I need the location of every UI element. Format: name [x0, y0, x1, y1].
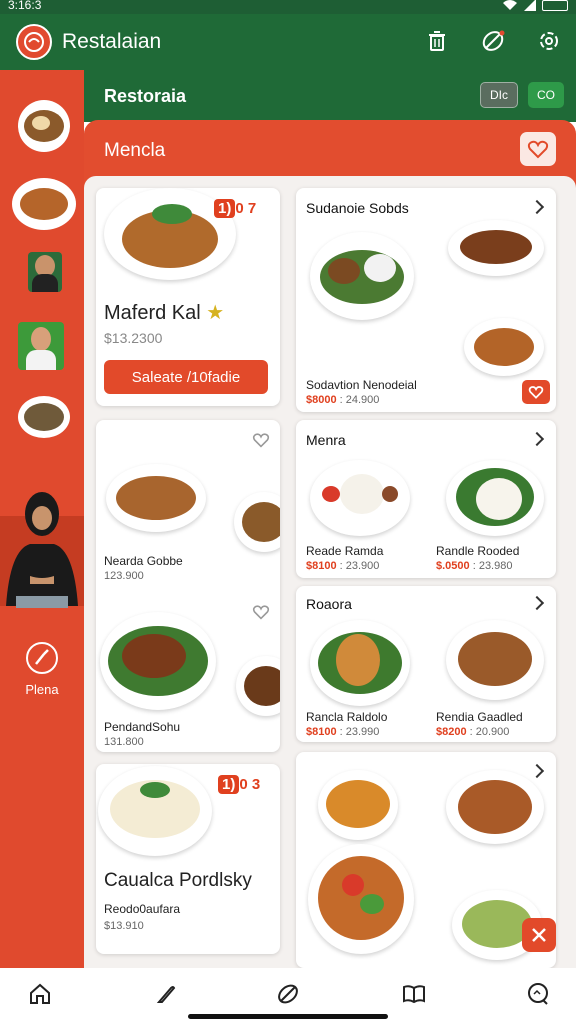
list-item-2-name: PendandSohu — [104, 720, 181, 734]
list-dish-2b — [236, 656, 280, 716]
section-3-title: Roaora — [306, 596, 352, 612]
section-title: Restoraia — [104, 86, 187, 106]
leaf-icon[interactable] — [480, 28, 506, 54]
section-card-1[interactable]: Sudanoie Sobds Sodavtion Nenodeial $8000… — [296, 188, 556, 412]
section-2-item-2-name: Randle Rooded — [436, 544, 520, 558]
heart-outline-icon[interactable] — [252, 432, 270, 448]
section-3-item-2-price: $8200 : 20.900 — [436, 726, 510, 738]
battery-icon — [542, 0, 568, 11]
filter-button[interactable]: DIc — [480, 82, 518, 108]
panel-title: Mencla — [104, 140, 166, 161]
home-indicator — [188, 1014, 388, 1019]
section-2-item-2-price: $.0500 : 23.980 — [436, 560, 513, 572]
rail-item-dish-3[interactable] — [18, 396, 70, 438]
app-bar: Restalaian — [0, 14, 576, 70]
section-card-2[interactable]: Menra Reade Ramda $8100 : 23.900 Randle … — [296, 420, 556, 578]
heart-outline-icon[interactable] — [252, 604, 270, 620]
section-2-item-1-name: Reade Ramda — [306, 544, 384, 558]
rail-item-dish-1[interactable] — [18, 100, 70, 152]
gear-icon[interactable] — [536, 28, 562, 54]
section-3-dish-a — [310, 620, 410, 706]
list-item-1-name: Nearda Gobbe — [104, 554, 183, 568]
rice-dish-image — [98, 766, 212, 856]
featured-price: $13.2300 — [104, 330, 163, 346]
featured-bottom-badge: 1) 0 3 — [218, 775, 260, 794]
section-1-dish-c — [464, 318, 544, 376]
section-3-item-2-name: Rendia Gaadled — [436, 710, 523, 724]
menu-label[interactable]: Plena — [0, 682, 84, 697]
rail-item-dish-2[interactable] — [12, 178, 76, 230]
person-illustration — [6, 492, 78, 608]
list-item-2-price: 131.800 — [104, 736, 144, 748]
featured-bottom-name: Caualca Pordlsky — [104, 870, 252, 891]
restaurant-logo-icon — [24, 32, 44, 52]
section-card-4[interactable] — [296, 752, 556, 968]
rail-item-avatar-2[interactable] — [18, 322, 64, 370]
chevron-right-icon[interactable] — [529, 763, 545, 779]
featured-bottom-sub: Reodo0aufara — [104, 902, 181, 916]
signal-icon — [524, 0, 536, 11]
list-dish-1 — [106, 464, 206, 532]
book-icon[interactable] — [402, 982, 426, 1006]
trash-icon[interactable] — [424, 28, 450, 54]
favorite-filled-icon[interactable] — [522, 380, 550, 404]
section-1-dish-a — [310, 232, 414, 320]
section-1-item-price: $8000 : 24.900 — [306, 394, 380, 406]
toggle-button[interactable]: CO — [528, 82, 564, 108]
list-dish-1b — [234, 492, 280, 552]
featured-card-bottom[interactable]: 1) 0 3 Caualca Pordlsky Reodo0aufara $13.… — [96, 764, 280, 954]
section-header: Restoraia DIc CO — [84, 70, 576, 122]
appbar-actions — [424, 28, 562, 54]
left-rail: Plena — [0, 70, 84, 968]
featured-badge: 1) 0 7 — [214, 199, 256, 218]
rail-item-avatar-1[interactable] — [28, 252, 62, 292]
section-2-dish-a — [310, 460, 410, 536]
utensils-icon — [532, 928, 546, 942]
section-card-3[interactable]: Roaora Rancla Raldolo $8100 : 23.990 Ren… — [296, 586, 556, 742]
menu-icon[interactable] — [26, 642, 58, 674]
featured-card[interactable]: 1) 0 7 Maferd Kal ★ $13.2300 Saleate /10f… — [96, 188, 280, 406]
section-4-dish-c — [308, 844, 414, 954]
chevron-right-icon[interactable] — [529, 431, 545, 447]
section-3-item-1-price: $8100 : 23.990 — [306, 726, 380, 738]
app-logo — [16, 24, 52, 60]
list-dish-2 — [100, 612, 216, 710]
pen-icon[interactable] — [154, 982, 178, 1006]
action-fab[interactable] — [522, 918, 556, 952]
chat-icon[interactable] — [526, 982, 550, 1006]
chevron-right-icon[interactable] — [529, 199, 545, 215]
featured-bottom-price: $13.910 — [104, 920, 144, 932]
featured-name: Maferd Kal ★ — [104, 302, 225, 324]
section-2-item-1-price: $8100 : 23.900 — [306, 560, 380, 572]
chevron-right-icon[interactable] — [529, 595, 545, 611]
menu-content: 1) 0 7 Maferd Kal ★ $13.2300 Saleate /10f… — [84, 176, 576, 968]
order-button[interactable]: Saleate /10fadie — [104, 360, 268, 394]
status-bar: 3:16:3 — [0, 0, 576, 14]
list-item-1-price: 123.900 — [104, 570, 144, 582]
menu-panel: Mencla 1) 0 7 Maferd Kal ★ $13.2300 Salea… — [84, 120, 576, 968]
section-2-title: Menra — [306, 432, 346, 448]
section-1-dish-b — [448, 220, 544, 276]
section-1-title: Sudanoie Sobds — [306, 200, 409, 216]
section-2-dish-b — [446, 460, 544, 536]
home-icon[interactable] — [28, 982, 52, 1006]
status-time: 3:16:3 — [8, 0, 42, 12]
list-card[interactable]: Nearda Gobbe 123.900 PendandSohu 131.800 — [96, 420, 280, 752]
app-title: Restalaian — [62, 30, 162, 53]
status-icons — [502, 0, 568, 11]
rail-featured-person[interactable] — [0, 492, 84, 608]
leaf-nav-icon[interactable] — [276, 982, 300, 1006]
section-4-dish-a — [318, 770, 398, 840]
favorites-button[interactable] — [520, 132, 556, 166]
section-3-item-1-name: Rancla Raldolo — [306, 710, 388, 724]
wifi-icon — [503, 0, 517, 10]
section-4-dish-b — [446, 770, 544, 844]
section-3-dish-b — [446, 620, 544, 700]
section-1-item-name: Sodavtion Nenodeial — [306, 378, 417, 392]
heart-icon — [527, 140, 549, 159]
